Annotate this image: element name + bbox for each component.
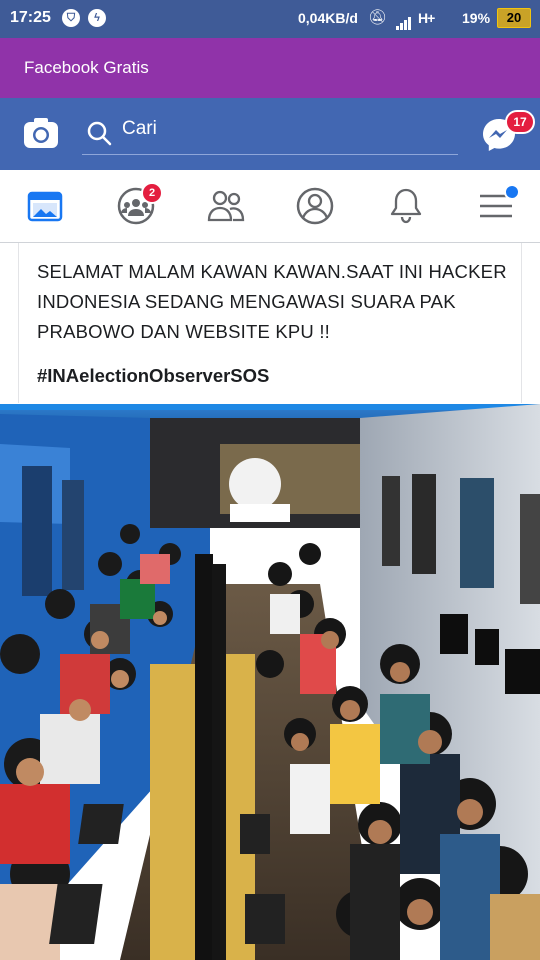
post-body: SELAMAT MALAM KAWAN KAWAN.SAAT INI HACKE… (37, 261, 507, 342)
search-input[interactable]: Cari (122, 118, 157, 140)
tab-profile[interactable] (293, 184, 337, 228)
shield-icon: ⛉ (62, 9, 80, 27)
mute-icon: 🔕︎ (368, 9, 388, 26)
camera-icon (24, 118, 58, 148)
nav-bar (0, 170, 540, 243)
post-photo[interactable] (0, 404, 540, 960)
profile-icon (296, 187, 334, 225)
messenger-badge: 17 (505, 110, 535, 134)
groups-badge: 2 (141, 182, 163, 204)
signal-bars-icon (396, 12, 412, 30)
news-feed-icon (27, 191, 63, 222)
post-hashtag[interactable]: #INAelectionObserverSOS (37, 365, 269, 387)
promo-banner: Facebook Gratis (0, 38, 540, 98)
network-speed: 0,04KB/d (298, 10, 358, 26)
search-underline (82, 154, 458, 155)
menu-notification-dot (504, 184, 520, 200)
messenger-status-icon: ϟ (88, 9, 106, 27)
battery-percent: 19% (462, 10, 491, 26)
internet-cafe-photo (0, 404, 540, 960)
tab-friends[interactable] (204, 184, 248, 228)
bell-icon (390, 188, 422, 224)
camera-button[interactable] (22, 114, 60, 152)
tab-news-feed[interactable] (23, 184, 67, 228)
app-header: Cari (0, 98, 540, 170)
signal-type: H+ (418, 10, 435, 26)
battery-icon: 20 (497, 8, 531, 28)
status-bar: 17:25 ⛉ ϟ 0,04KB/d 🔕︎ H+ 19% 20 (0, 0, 540, 38)
search-icon (87, 121, 112, 146)
tab-notifications[interactable] (384, 184, 428, 228)
status-time: 17:25 (10, 9, 51, 26)
promo-text: Facebook Gratis (24, 58, 149, 77)
friends-icon (207, 190, 245, 222)
post-text-card: SELAMAT MALAM KAWAN KAWAN.SAAT INI HACKE… (18, 243, 522, 403)
